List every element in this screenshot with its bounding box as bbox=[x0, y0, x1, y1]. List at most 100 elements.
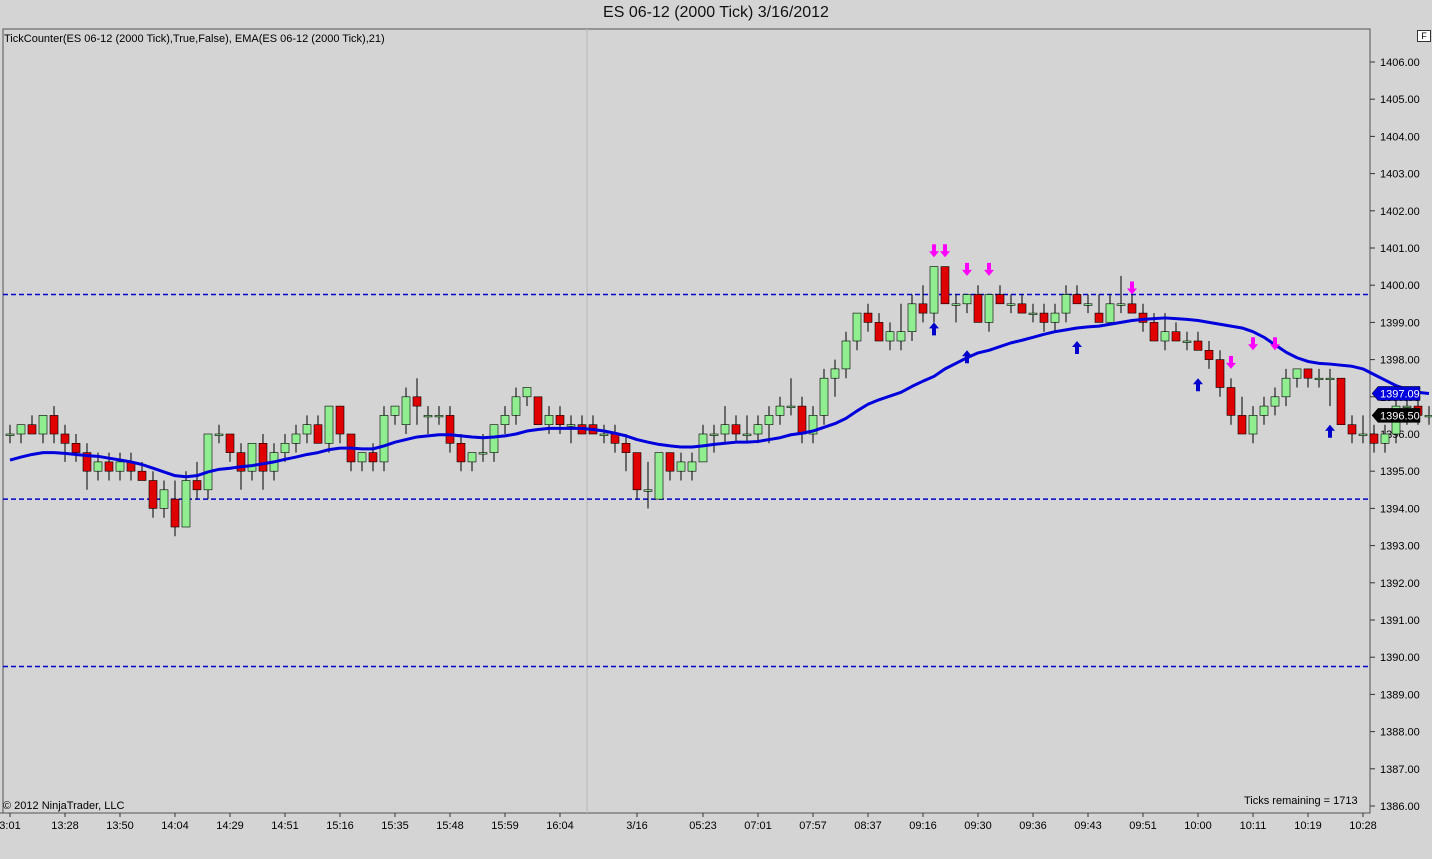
candle-down bbox=[1303, 368, 1313, 379]
candle-down bbox=[874, 322, 884, 342]
y-axis-label: 1395.00 bbox=[1380, 466, 1420, 478]
x-axis-label: 05:23 bbox=[689, 820, 717, 832]
candle-up bbox=[1281, 377, 1291, 398]
candle-up bbox=[302, 424, 312, 435]
candle-up bbox=[962, 294, 972, 305]
candle-up bbox=[896, 331, 906, 342]
candle-up bbox=[566, 424, 576, 427]
candle-up bbox=[753, 424, 763, 435]
candle-up bbox=[1325, 377, 1335, 381]
candle-up bbox=[115, 461, 125, 472]
candle-up bbox=[5, 433, 15, 436]
y-axis-label: 1394.00 bbox=[1380, 503, 1420, 515]
ema-price-marker-text: 1397.09 bbox=[1380, 388, 1420, 400]
price-chart[interactable]: 1406.00 1405.00 1404.00 1403.00 1402.00 1401.… bbox=[0, 27, 1432, 859]
candle-up bbox=[720, 424, 730, 435]
candle-up bbox=[1259, 405, 1269, 416]
x-axis-label: 08:37 bbox=[854, 820, 882, 832]
candle-up bbox=[1182, 340, 1192, 343]
candle-up bbox=[16, 424, 26, 435]
candle-down bbox=[456, 442, 466, 463]
candle-down bbox=[27, 424, 37, 435]
candle-up bbox=[775, 405, 785, 416]
y-axis-label: 1404.00 bbox=[1380, 131, 1420, 143]
candle-up bbox=[1248, 415, 1258, 435]
candle-up bbox=[159, 489, 169, 509]
candle-down bbox=[170, 498, 180, 528]
candle-down bbox=[1072, 294, 1082, 305]
y-axis-label: 1403.00 bbox=[1380, 169, 1420, 181]
candle-down bbox=[621, 442, 631, 453]
candle-down bbox=[1017, 303, 1027, 314]
x-axis-label: 14:51 bbox=[271, 820, 299, 832]
candle-up bbox=[93, 461, 103, 472]
candle-down bbox=[940, 266, 950, 305]
candle-down bbox=[49, 415, 59, 435]
candle-up bbox=[951, 303, 961, 306]
candle-up bbox=[324, 405, 334, 444]
x-axis-label: 07:57 bbox=[799, 820, 827, 832]
x-axis-label: 15:16 bbox=[326, 820, 354, 832]
candle-up bbox=[830, 368, 840, 379]
candle-down bbox=[368, 452, 378, 463]
last-price-marker-text: 1396.50 bbox=[1380, 410, 1420, 422]
x-axis-label: 10:00 bbox=[1184, 820, 1212, 832]
candle-up bbox=[38, 415, 48, 435]
chart-options-f-button[interactable]: F bbox=[1417, 30, 1431, 42]
candle-down bbox=[665, 452, 675, 472]
candle-up bbox=[379, 415, 389, 463]
x-axis-label: 3/16 bbox=[626, 820, 647, 832]
candle-down bbox=[445, 415, 455, 444]
candle-up bbox=[764, 415, 774, 425]
candle-up bbox=[643, 489, 653, 492]
x-axis-label: 09:36 bbox=[1019, 820, 1047, 832]
candle-down bbox=[1171, 331, 1181, 342]
candle-up bbox=[401, 396, 411, 425]
candle-down bbox=[258, 442, 268, 472]
candle-up bbox=[1402, 405, 1412, 408]
x-axis-label: 10:11 bbox=[1240, 820, 1267, 832]
candle-down bbox=[104, 461, 114, 472]
candle-up bbox=[929, 266, 939, 314]
x-axis-label: 14:29 bbox=[216, 820, 244, 832]
x-axis-label: 09:51 bbox=[1129, 820, 1157, 832]
candle-up bbox=[1105, 303, 1115, 323]
candle-down bbox=[632, 452, 642, 491]
candle-down bbox=[335, 405, 345, 435]
candle-down bbox=[918, 303, 928, 314]
y-axis-label: 1400.00 bbox=[1380, 280, 1420, 292]
candle-up bbox=[390, 405, 400, 416]
candle-up bbox=[907, 303, 917, 332]
x-axis-label: 09:16 bbox=[909, 820, 937, 832]
candle-down bbox=[137, 470, 147, 481]
x-axis-label: 15:35 bbox=[381, 820, 409, 832]
candle-up bbox=[1116, 303, 1126, 306]
candle-down bbox=[533, 396, 543, 425]
candle-up bbox=[280, 442, 290, 453]
candle-down bbox=[797, 405, 807, 435]
y-axis-label: 1401.00 bbox=[1380, 243, 1420, 255]
candle-up bbox=[1028, 312, 1038, 315]
candle-up bbox=[522, 387, 532, 398]
x-axis-label: 16:04 bbox=[546, 820, 574, 832]
x-axis-label: 10:19 bbox=[1294, 820, 1322, 832]
candle-down bbox=[555, 415, 565, 425]
candle-up bbox=[467, 452, 477, 463]
candle-down bbox=[1226, 387, 1236, 416]
candle-up bbox=[291, 433, 301, 444]
candle-down bbox=[1039, 312, 1049, 323]
chart-panel[interactable]: 1406.00 1405.00 1404.00 1403.00 1402.00 1401.… bbox=[0, 27, 1432, 859]
candle-up bbox=[1380, 433, 1390, 444]
candle-up bbox=[1006, 303, 1016, 306]
candle-up bbox=[1358, 433, 1368, 436]
candle-up bbox=[786, 405, 796, 408]
candle-up bbox=[478, 452, 488, 455]
x-axis-label: 15:59 bbox=[491, 820, 519, 832]
candle-down bbox=[1127, 303, 1137, 314]
candle-up bbox=[1050, 312, 1060, 323]
candle-up bbox=[1424, 415, 1432, 418]
y-axis-label: 1402.00 bbox=[1380, 206, 1420, 218]
candle-down bbox=[995, 294, 1005, 305]
candle-up bbox=[544, 415, 554, 425]
y-axis-label: 1391.00 bbox=[1380, 615, 1420, 627]
